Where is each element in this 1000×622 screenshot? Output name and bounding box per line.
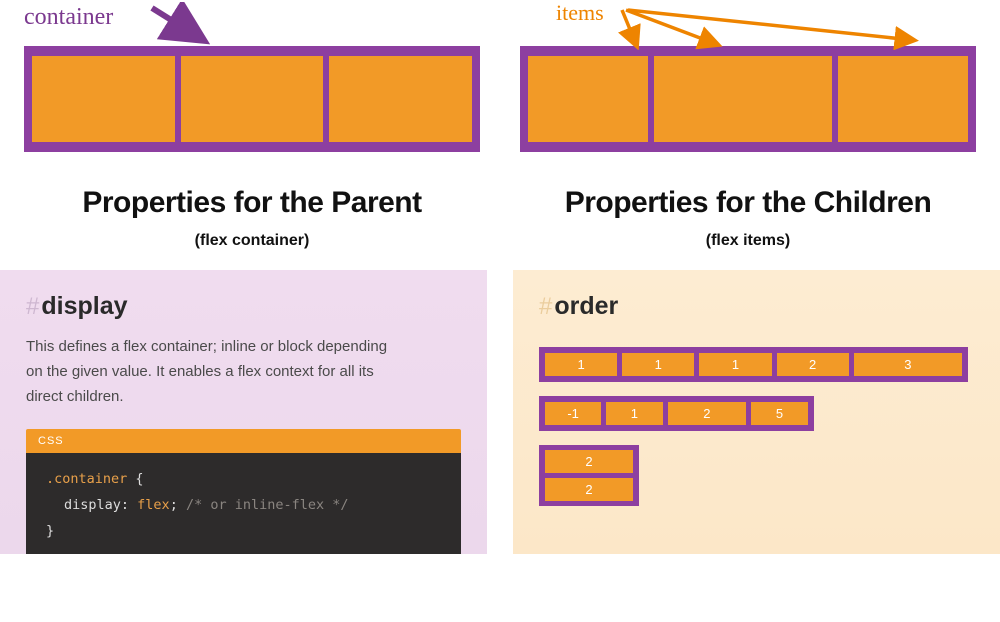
order-heading: order xyxy=(554,292,618,320)
code-comment: /* or inline-flex */ xyxy=(186,497,349,513)
order-cell: 2 xyxy=(668,402,747,425)
code-selector: .container xyxy=(46,471,127,487)
parent-headline: Properties for the Parent (flex containe… xyxy=(24,186,480,250)
order-cell: 1 xyxy=(606,402,662,425)
children-subtitle: (flex items) xyxy=(520,232,976,250)
code-brace-close: } xyxy=(46,523,54,539)
hash-icon: # xyxy=(539,293,552,320)
order-panel: #order 1 1 1 2 3 -1 1 2 5 2 2 xyxy=(513,270,1000,554)
order-column: 2 2 xyxy=(539,445,639,506)
demo-item xyxy=(654,56,832,142)
order-row: 1 1 1 2 3 xyxy=(539,347,968,382)
code-prop: display xyxy=(64,497,121,513)
order-cell: 3 xyxy=(854,353,962,376)
children-title: Properties for the Children xyxy=(520,186,976,220)
code-body: .container { display: flex; /* or inline… xyxy=(26,453,461,554)
order-demo: 1 1 1 2 3 -1 1 2 5 2 2 xyxy=(539,347,974,506)
parent-title: Properties for the Parent xyxy=(24,186,480,220)
display-heading: display xyxy=(41,292,127,320)
code-semi: ; xyxy=(170,497,178,513)
order-cell: 1 xyxy=(699,353,771,376)
parent-subtitle: (flex container) xyxy=(24,232,480,250)
demo-item xyxy=(528,56,648,142)
flex-items-demo xyxy=(520,46,976,152)
code-block: CSS .container { display: flex; /* or in… xyxy=(26,429,461,554)
order-cell: 2 xyxy=(545,478,633,501)
code-lang-badge: CSS xyxy=(26,429,461,453)
demo-item xyxy=(32,56,175,142)
parent-column: container Properties for the Parent (fle… xyxy=(24,0,480,250)
hash-icon: # xyxy=(26,293,39,320)
code-brace-open: { xyxy=(135,471,143,487)
display-description: This defines a flex container; inline or… xyxy=(26,335,406,409)
demo-item xyxy=(838,56,968,142)
code-value: flex xyxy=(137,497,170,513)
arrow-to-container-icon xyxy=(144,2,224,51)
order-cell: 2 xyxy=(777,353,849,376)
order-cell: -1 xyxy=(545,402,601,425)
arrows-to-items-icon xyxy=(616,4,936,55)
flex-container-demo xyxy=(24,46,480,152)
order-cell: 1 xyxy=(545,353,617,376)
order-row: -1 1 2 5 xyxy=(539,396,814,431)
children-column: items Properties for the Children (flex … xyxy=(520,0,976,250)
order-cell: 5 xyxy=(751,402,807,425)
items-label: items xyxy=(556,0,604,26)
code-colon: : xyxy=(121,497,137,513)
demo-item xyxy=(329,56,472,142)
children-headline: Properties for the Children (flex items) xyxy=(520,186,976,250)
display-panel: #display This defines a flex container; … xyxy=(0,270,487,554)
demo-item xyxy=(181,56,324,142)
container-label: container xyxy=(24,4,113,31)
order-cell: 2 xyxy=(545,450,633,473)
order-cell: 1 xyxy=(622,353,694,376)
